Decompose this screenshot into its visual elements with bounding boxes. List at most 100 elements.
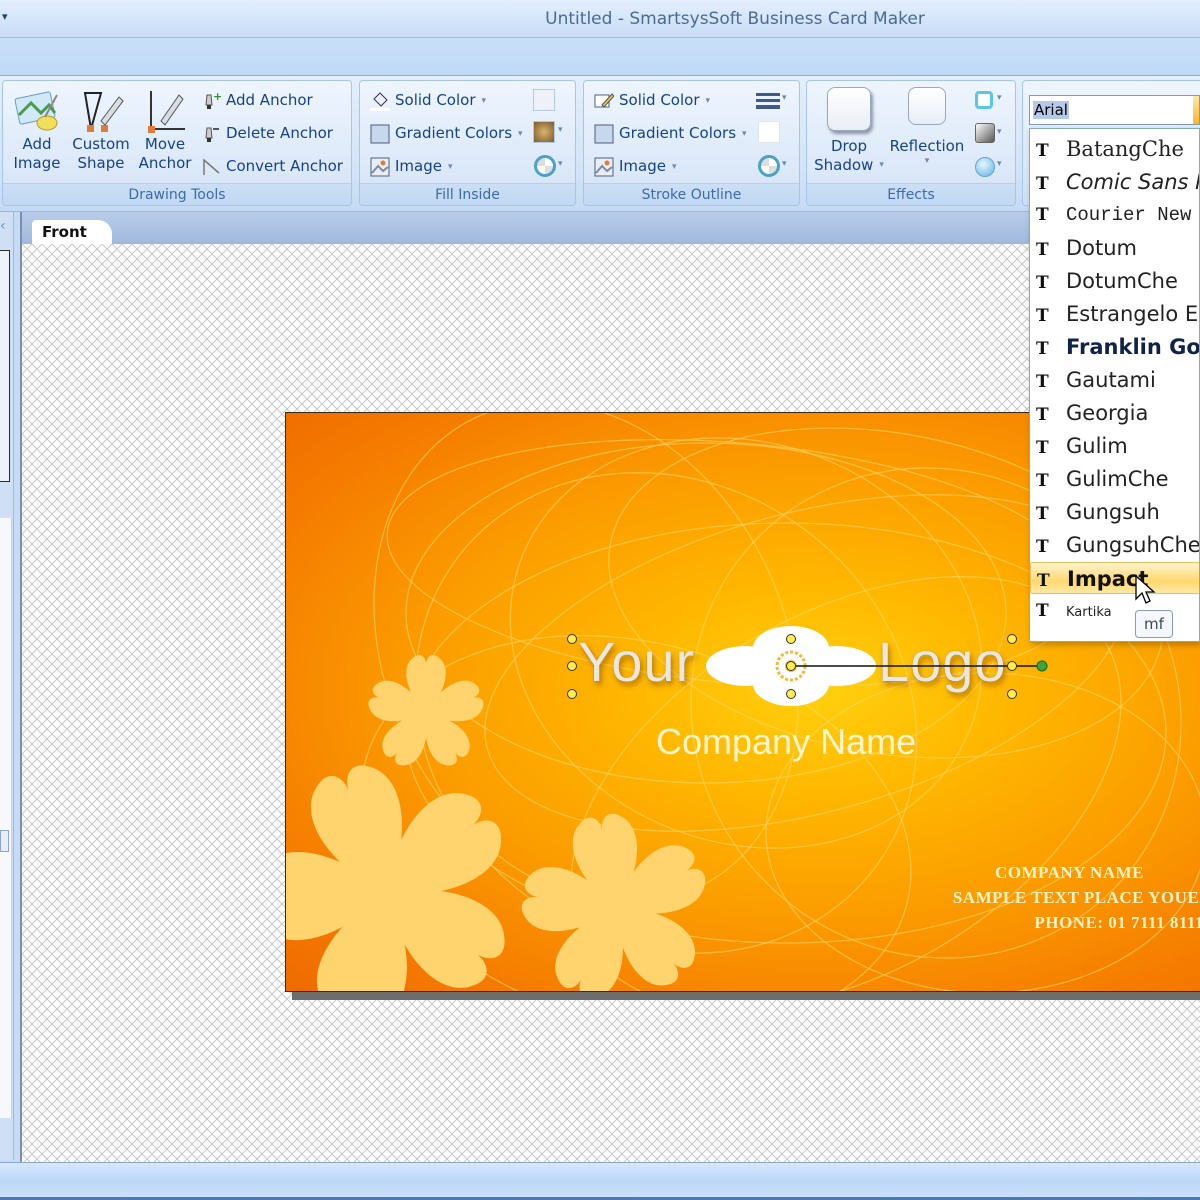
convert-anchor-label: Convert Anchor bbox=[226, 157, 343, 175]
resize-handle-bottom-left[interactable] bbox=[567, 689, 577, 699]
center-handle[interactable] bbox=[786, 661, 796, 671]
truetype-icon: T bbox=[1036, 504, 1049, 524]
stroke-opacity-icon[interactable] bbox=[758, 155, 780, 177]
chevron-down-icon[interactable]: ▾ bbox=[997, 159, 1002, 169]
font-item-estrangelo-edessa[interactable]: TEstrangelo Edessa bbox=[1030, 298, 1199, 330]
font-item-dotumche[interactable]: T DotumChe bbox=[1030, 265, 1199, 297]
custom-shape-button[interactable]: Custom Shape bbox=[71, 85, 131, 181]
move-anchor-button[interactable]: Move Anchor bbox=[135, 85, 195, 181]
delete-anchor-button[interactable]: Delete Anchor bbox=[201, 120, 333, 146]
stroke-solid-color-button[interactable]: Solid Color ▾ bbox=[594, 87, 710, 113]
font-item-gungsuhche[interactable]: T GungsuhChe bbox=[1030, 529, 1199, 561]
font-family-value[interactable]: Arial bbox=[1033, 101, 1069, 119]
font-item-impact[interactable]: T Impact bbox=[1030, 562, 1199, 594]
line-weight-icon[interactable] bbox=[756, 93, 780, 109]
truetype-icon: T bbox=[1036, 141, 1049, 161]
delete-anchor-label: Delete Anchor bbox=[226, 124, 333, 142]
font-item-kartika[interactable]: T Kartika bbox=[1030, 595, 1199, 627]
stroke-color-swatch[interactable] bbox=[758, 121, 780, 143]
chevron-down-icon: ▾ bbox=[924, 156, 930, 166]
truetype-icon: T bbox=[1036, 240, 1049, 260]
fill-image-button[interactable]: Image ▾ bbox=[370, 153, 453, 179]
chevron-down-icon[interactable]: ▾ bbox=[782, 159, 787, 169]
glow-effect-icon[interactable] bbox=[975, 91, 993, 109]
chevron-down-icon: ▾ bbox=[447, 161, 453, 172]
font-item-dotum[interactable]: T Dotum bbox=[1030, 232, 1199, 264]
truetype-icon: T bbox=[1036, 306, 1049, 326]
truetype-icon: T bbox=[1036, 339, 1049, 359]
custom-shape-label: Custom Shape bbox=[72, 135, 130, 172]
image-icon bbox=[594, 157, 614, 177]
title-bar: ▾ Untitled - SmartsysSoft Business Card … bbox=[0, 0, 1200, 38]
font-family-combo[interactable]: Arial bbox=[1029, 95, 1200, 125]
status-bar bbox=[0, 1162, 1200, 1200]
add-anchor-button[interactable]: + Add Anchor bbox=[201, 87, 313, 113]
truetype-icon: T bbox=[1036, 537, 1049, 557]
font-tooltip: mf bbox=[1135, 610, 1173, 638]
chevron-down-icon[interactable]: ▾ bbox=[997, 127, 1002, 137]
pencil-icon bbox=[594, 91, 615, 111]
fill-color-swatch[interactable] bbox=[533, 89, 555, 111]
resize-handle-top-right[interactable] bbox=[1007, 634, 1017, 644]
font-item-georgia[interactable]: T Georgia bbox=[1030, 397, 1199, 429]
sphere-effect-icon[interactable] bbox=[975, 157, 995, 177]
font-item-courier-new[interactable]: T Courier New bbox=[1030, 199, 1199, 231]
ribbon-tab-strip bbox=[0, 38, 1200, 76]
reflection-button[interactable]: Reflection ▾ bbox=[889, 85, 965, 181]
fill-gradient-colors-button[interactable]: Gradient Colors ▾ bbox=[370, 120, 523, 146]
resize-handle-top[interactable] bbox=[786, 634, 796, 644]
font-item-comic-sans[interactable]: TComic Sans MS bbox=[1030, 166, 1199, 198]
convert-anchor-button[interactable]: Convert Anchor bbox=[201, 153, 343, 179]
font-combo-dropdown-button[interactable] bbox=[1193, 96, 1199, 124]
move-anchor-label: Move Anchor bbox=[138, 135, 192, 172]
window-title: Untitled - SmartsysSoft Business Card Ma… bbox=[545, 9, 925, 29]
left-panel-scroll-handle[interactable] bbox=[0, 830, 9, 852]
resize-handle-bottom-right[interactable] bbox=[1007, 689, 1017, 699]
fill-texture-swatch[interactable] bbox=[533, 121, 555, 143]
add-image-button[interactable]: Add Image bbox=[7, 85, 67, 181]
rotation-handle[interactable] bbox=[1036, 660, 1048, 672]
truetype-icon: T bbox=[1036, 205, 1049, 225]
tab-front[interactable]: Front bbox=[32, 220, 112, 246]
font-item-gautami[interactable]: T Gautami bbox=[1030, 364, 1199, 396]
chevron-down-icon[interactable]: ▾ bbox=[782, 93, 787, 103]
font-item-franklin-gothic[interactable]: TFranklin Gothic bbox=[1030, 331, 1199, 363]
truetype-icon: T bbox=[1037, 571, 1050, 591]
chevron-down-icon: ▾ bbox=[518, 128, 523, 139]
bevel-effect-icon[interactable] bbox=[975, 123, 995, 143]
group-effects: Drop Shadow ▾ Reflection ▾ ▾ ▾ ▾ Effects bbox=[806, 80, 1016, 206]
chevron-down-icon[interactable]: ▾ bbox=[558, 159, 563, 169]
chevron-down-icon[interactable]: ▾ bbox=[997, 93, 1002, 103]
stroke-image-button[interactable]: Image ▾ bbox=[594, 153, 677, 179]
group-drawing-tools: Add Image Custom Shape Move Anchor + Add … bbox=[2, 80, 352, 206]
resize-handle-bottom[interactable] bbox=[786, 689, 796, 699]
font-item-gulim[interactable]: T Gulim bbox=[1030, 430, 1199, 462]
drop-shadow-button[interactable]: Drop Shadow ▾ bbox=[813, 85, 885, 181]
chevron-down-icon[interactable]: ▾ bbox=[558, 125, 563, 135]
image-icon bbox=[370, 157, 390, 177]
stroke-gradient-colors-label: Gradient Colors bbox=[619, 124, 737, 142]
fill-solid-color-button[interactable]: Solid Color ▾ bbox=[370, 87, 486, 113]
custom-shape-icon bbox=[75, 87, 127, 135]
resize-handle-top-left[interactable] bbox=[567, 634, 577, 644]
font-family-list[interactable]: TBatangChe TComic Sans MS TCourier New T… bbox=[1029, 128, 1200, 642]
truetype-icon: T bbox=[1036, 174, 1049, 194]
ribbon: Add Image Custom Shape Move Anchor + Add … bbox=[0, 76, 1200, 212]
font-item-batangche[interactable]: T BatangChe bbox=[1030, 133, 1199, 165]
font-item-gungsuh[interactable]: T Gungsuh bbox=[1030, 496, 1199, 528]
truetype-icon: T bbox=[1036, 601, 1049, 621]
collapse-panel-icon[interactable]: ‹ bbox=[0, 218, 6, 234]
stroke-gradient-colors-button[interactable]: Gradient Colors ▾ bbox=[594, 120, 747, 146]
convert-anchor-icon bbox=[201, 157, 221, 177]
fill-solid-color-label: Solid Color bbox=[395, 91, 476, 109]
resize-handle-right[interactable] bbox=[1007, 661, 1017, 671]
font-item-gulimche[interactable]: T GulimChe bbox=[1030, 463, 1199, 495]
drop-shadow-label: Drop Shadow ▾ bbox=[814, 137, 884, 174]
group-stroke-outline: Solid Color ▾ Gradient Colors ▾ Image ▾ ▾ ▾… bbox=[583, 80, 800, 206]
fill-opacity-icon[interactable] bbox=[534, 155, 556, 177]
drop-shadow-icon bbox=[827, 87, 871, 131]
chevron-down-icon: ▾ bbox=[742, 128, 747, 139]
resize-handle-left[interactable] bbox=[567, 661, 577, 671]
left-panel-list[interactable] bbox=[0, 518, 12, 1118]
truetype-icon: T bbox=[1036, 438, 1049, 458]
